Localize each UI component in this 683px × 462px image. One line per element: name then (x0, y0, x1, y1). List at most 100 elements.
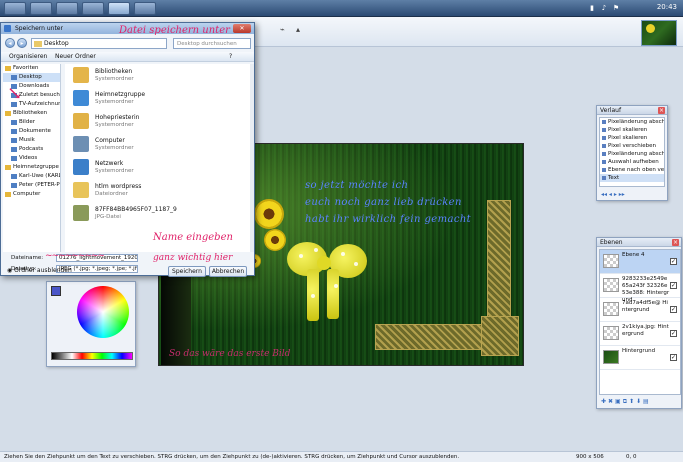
folder-icon (11, 147, 17, 152)
search-input[interactable]: Desktop durchsuchen (173, 38, 251, 49)
layer-controls[interactable]: ✚✖▣⧉⬆⬇▤ (601, 398, 651, 406)
history-item[interactable]: Ebene nach oben versc (600, 166, 664, 174)
organize-button[interactable]: Organisieren (9, 52, 47, 62)
nav-item[interactable]: Musik (3, 136, 60, 145)
bow-dot (311, 294, 315, 298)
nav-item-label: Bilder (19, 119, 35, 125)
nav-item[interactable]: Videos (3, 154, 60, 163)
alignment-icon[interactable]: ▴ (296, 25, 300, 34)
cursor-position: 0, 0 (626, 454, 637, 460)
app-icon (4, 25, 11, 32)
zoom-tool-icon[interactable]: ⌁ (280, 25, 285, 34)
status-bar: Ziehen Sie den Ziehpunkt um den Text zu … (0, 451, 683, 462)
file-name: Netzwerk (95, 160, 124, 167)
address-field[interactable]: Desktop (31, 38, 167, 49)
annotation-arrow: ↘ (7, 83, 23, 104)
file-type: Systemordner (95, 99, 134, 105)
history-item[interactable]: Auswahl aufheben (600, 158, 664, 166)
poem-line-3: habt ihr wirklich fein gemacht (305, 214, 472, 225)
nav-item-label: Downloads (19, 83, 50, 89)
history-item[interactable]: Pixel verschieben (600, 142, 664, 150)
nav-section-header[interactable]: Computer (3, 190, 60, 199)
layer-visibility-checkbox[interactable]: ✓ (670, 354, 677, 361)
new-folder-button[interactable]: Neuer Ordner (55, 52, 96, 62)
taskbar: ▮ ♪ ⚑ 20:43 (0, 0, 683, 17)
address-bar: ◂ ▸ Desktop Desktop durchsuchen (5, 36, 252, 50)
file-list-item[interactable]: htlm wordpress Dateiordner (65, 179, 250, 202)
bow-dot (354, 262, 358, 266)
image-tab-thumbnail[interactable] (641, 20, 677, 46)
layer-row[interactable]: Hintergrund ✓ (600, 346, 680, 370)
nav-item-label: Favoriten (13, 65, 39, 71)
history-controls[interactable]: ◂◂ ◂ ▸ ▸▸ (601, 191, 625, 198)
save-button[interactable]: Speichern (168, 266, 206, 277)
nav-item[interactable]: Bilder (3, 118, 60, 127)
nav-item[interactable]: Dokumente (3, 127, 60, 136)
nav-item[interactable]: Karl-Uwe (KARL- (3, 172, 60, 181)
nav-item-label: Videos (19, 155, 38, 161)
file-name: Bibliotheken (95, 68, 133, 75)
close-button[interactable]: ✕ (233, 24, 251, 33)
history-item[interactable]: Pixeländerung abschlie (600, 150, 664, 158)
cancel-button[interactable]: Abbrechen (209, 266, 247, 277)
taskbar-app-5[interactable] (134, 2, 156, 15)
forward-arrow-icon[interactable]: ▸ (17, 38, 27, 48)
file-type: Systemordner (95, 76, 134, 82)
layer-row[interactable]: 7ad7a4df5e@ Hintergrund ✓ (600, 298, 680, 322)
file-list-scrollbar[interactable] (250, 64, 254, 252)
nav-item-label: Bibliotheken (13, 110, 48, 116)
file-list-item[interactable]: Bibliotheken Systemordner (65, 64, 250, 87)
help-icon[interactable]: ? (229, 52, 232, 62)
layer-name: Hintergrund (622, 348, 656, 354)
history-item[interactable]: Pixel skalieren (600, 126, 664, 134)
file-list-item[interactable]: Heimnetzgruppe Systemordner (65, 87, 250, 110)
layer-row[interactable]: 2v1kiya.jpg: Hintergrund ✓ (600, 322, 680, 346)
layer-row[interactable]: Ebene 4 ✓ (600, 250, 680, 274)
layer-visibility-checkbox[interactable]: ✓ (670, 282, 677, 289)
taskbar-app-2[interactable] (56, 2, 78, 15)
color-palette[interactable] (51, 352, 133, 360)
network-icon[interactable]: ▮ (588, 4, 596, 12)
file-type: Dateiordner (95, 191, 128, 197)
history-item[interactable]: Text (600, 174, 664, 182)
taskbar-app-1[interactable] (30, 2, 52, 15)
dialog-toolbar: Organisieren Neuer Ordner ? (1, 52, 254, 62)
close-icon[interactable]: × (672, 239, 679, 246)
hide-folders-toggle[interactable]: ◉ Ordner ausblenden (7, 267, 72, 274)
layer-visibility-checkbox[interactable]: ✓ (670, 258, 677, 265)
nav-item[interactable]: Peter (PETER-PC (3, 181, 60, 190)
layer-name: 7ad7a4df5e@ Hintergrund (622, 300, 668, 313)
file-list-item[interactable]: Hohepriesterin Systemordner (65, 110, 250, 133)
history-item[interactable]: Pixel skalieren (600, 134, 664, 142)
layer-visibility-checkbox[interactable]: ✓ (670, 306, 677, 313)
nav-section-header[interactable]: Favoriten (3, 64, 60, 73)
taskbar-app-3[interactable] (82, 2, 104, 15)
nav-item[interactable]: Podcasts (3, 145, 60, 154)
close-icon[interactable]: × (658, 107, 665, 114)
file-list-item[interactable]: Computer Systemordner (65, 133, 250, 156)
file-type: JPG-Datei (95, 214, 121, 220)
nav-section-header[interactable]: Heimnetzgruppe (3, 163, 60, 172)
file-list-item[interactable]: Netzwerk Systemordner (65, 156, 250, 179)
layer-row[interactable]: 9283233e2549e65a243f 32326e53e388: Hinte… (600, 274, 680, 303)
start-button[interactable] (4, 2, 26, 15)
speaker-icon[interactable]: ♪ (600, 4, 608, 12)
nav-section-header[interactable]: Bibliotheken (3, 109, 60, 118)
celtic-ornament-corner (481, 316, 519, 356)
flag-icon[interactable]: ⚑ (612, 4, 620, 12)
nav-item-label: Peter (PETER-PC (19, 182, 61, 188)
layers-panel: Ebenen × Ebene 4 ✓ 9283233e2549e65a243f 32… (596, 237, 682, 409)
folder-icon (11, 174, 17, 179)
primary-color-swatch[interactable] (51, 286, 61, 296)
taskbar-app-paintnet[interactable] (108, 2, 130, 15)
bow-dot (341, 252, 345, 256)
color-wheel[interactable] (77, 286, 129, 338)
layer-visibility-checkbox[interactable]: ✓ (670, 330, 677, 337)
folder-icon (34, 41, 42, 47)
nav-item[interactable]: Desktop (3, 73, 60, 82)
file-list-item[interactable]: 87FF84BB4965F07_1187_9 JPG-Datei (65, 202, 250, 225)
history-item[interactable]: Pixeländerung abschlie (600, 118, 664, 126)
back-arrow-icon[interactable]: ◂ (5, 38, 15, 48)
star-icon (5, 165, 11, 170)
nav-item-label: Computer (13, 191, 41, 197)
